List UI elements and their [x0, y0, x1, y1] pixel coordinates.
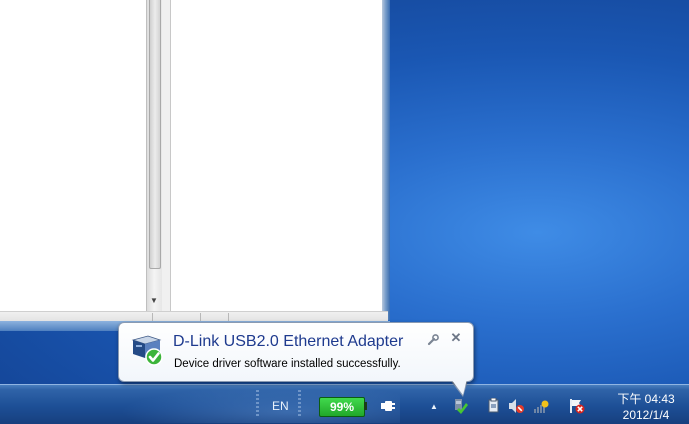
network-icon[interactable] — [533, 398, 549, 414]
status-bar-separator — [200, 313, 201, 321]
notification-balloon[interactable] — [118, 322, 474, 382]
system-clock[interactable]: 下午 04:43 2012/1/4 — [604, 391, 688, 423]
pane-divider[interactable] — [162, 0, 171, 312]
clock-time: 下午 04:43 — [617, 392, 675, 406]
status-bar-separator — [152, 313, 153, 321]
clock-date: 2012/1/4 — [622, 408, 670, 422]
volume-muted-icon[interactable] — [508, 398, 524, 414]
notification-title: D-Link USB2.0 Ethernet Adapter — [173, 333, 404, 350]
close-icon[interactable]: ✕ — [449, 331, 463, 345]
language-indicator[interactable]: EN — [272, 399, 289, 413]
taskbar-grip[interactable] — [298, 390, 301, 418]
notification-message: Device driver software installed success… — [174, 358, 401, 370]
scrollbar-thumb[interactable] — [149, 0, 161, 269]
scroll-down-arrow-icon[interactable]: ▼ — [148, 294, 160, 308]
show-hidden-icons-arrow[interactable]: ▲ — [430, 402, 438, 411]
wrench-icon[interactable] — [427, 334, 439, 346]
balloon-tail — [451, 379, 467, 395]
navigation-pane — [0, 0, 146, 320]
battery-indicator[interactable]: 99% — [319, 397, 365, 417]
action-center-alert-icon[interactable] — [569, 398, 585, 414]
taskbar-grip[interactable] — [256, 390, 259, 418]
battery-tip — [364, 402, 367, 410]
window-right-border[interactable] — [382, 0, 390, 320]
usb-device-icon[interactable] — [485, 398, 501, 414]
device-install-tray-icon[interactable] — [452, 398, 468, 414]
device-install-success-icon — [131, 335, 163, 366]
status-bar-separator — [228, 313, 229, 321]
power-plug-icon[interactable] — [381, 400, 395, 412]
